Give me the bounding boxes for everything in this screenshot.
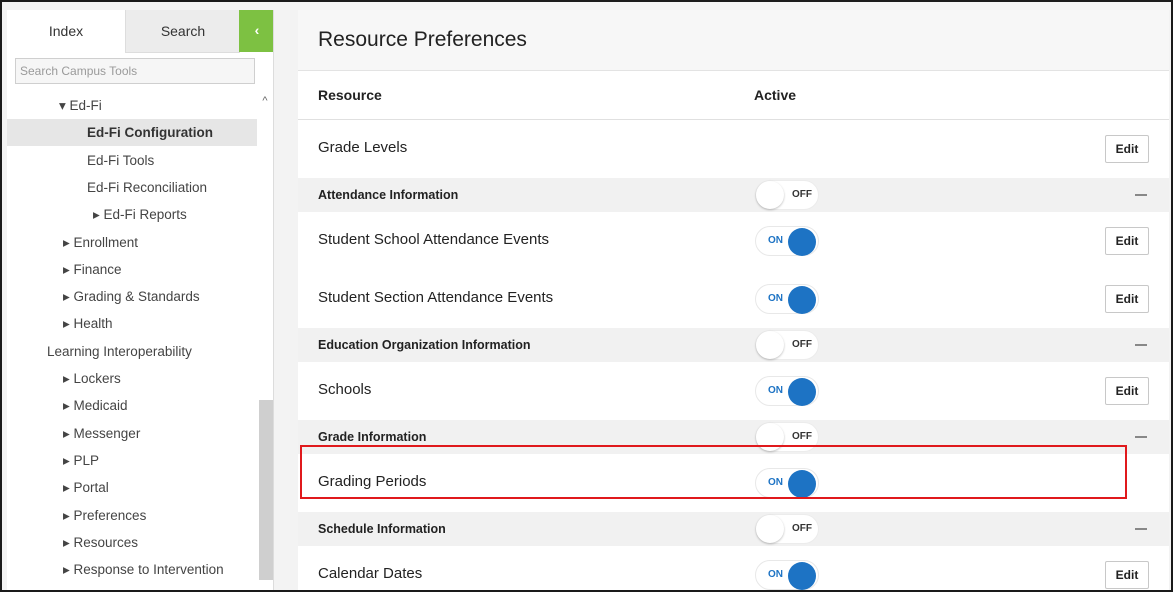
tree-item[interactable]: ▸ Response to Intervention — [63, 556, 224, 583]
toggle-state-label: OFF — [792, 523, 812, 534]
resource-label: Student Section Attendance Events — [318, 289, 554, 306]
scrollbar-thumb[interactable] — [259, 400, 273, 580]
toggle-knob — [756, 331, 784, 359]
edit-button[interactable]: Edit — [1105, 377, 1149, 405]
tree-item[interactable]: Ed-Fi Reconciliation — [87, 174, 207, 201]
toggle-knob — [788, 562, 816, 590]
active-toggle[interactable]: OFF — [755, 514, 819, 544]
toggle-state-label: ON — [768, 477, 783, 488]
resource-group-row: Attendance Information OFF — [298, 178, 1169, 212]
active-toggle[interactable]: ON — [755, 468, 819, 498]
tree-item[interactable]: ▸ PLP — [63, 447, 99, 474]
tree-item[interactable]: ▸ Grading & Standards — [63, 283, 200, 310]
active-toggle[interactable]: ON — [755, 560, 819, 590]
tree-item[interactable]: ▸ Messenger — [63, 420, 140, 447]
edit-button[interactable]: Edit — [1105, 285, 1149, 313]
collapse-group-icon[interactable] — [1135, 528, 1147, 530]
active-toggle[interactable]: OFF — [755, 330, 819, 360]
page-header: Resource Preferences — [298, 10, 1169, 71]
edit-button[interactable]: Edit — [1105, 561, 1149, 589]
resource-row: Student Section Attendance Events ON Edit — [298, 270, 1169, 329]
collapse-group-icon[interactable] — [1135, 194, 1147, 196]
tree-item[interactable]: ▸ Medicaid — [63, 392, 128, 419]
active-toggle[interactable]: OFF — [755, 422, 819, 452]
toggle-state-label: OFF — [792, 431, 812, 442]
column-header-active: Active — [754, 87, 797, 103]
tree-item[interactable]: ▸ Resources — [63, 529, 138, 556]
tree-item[interactable]: ▸ Health — [63, 310, 113, 337]
collapse-group-icon[interactable] — [1135, 344, 1147, 346]
resource-group-row: Schedule Information OFF — [298, 512, 1169, 546]
toggle-knob — [788, 378, 816, 406]
resource-group-row: Education Organization Information OFF — [298, 328, 1169, 362]
tree-item[interactable]: Ed-Fi Tools — [87, 147, 154, 174]
active-toggle[interactable]: ON — [755, 226, 819, 256]
collapse-group-icon[interactable] — [1135, 436, 1147, 438]
toggle-knob — [788, 470, 816, 498]
resource-row: Student School Attendance Events ON Edit — [298, 212, 1169, 271]
tree-item[interactable]: ▸ Finance — [63, 256, 122, 283]
group-label: Schedule Information — [318, 522, 446, 536]
toggle-state-label: OFF — [792, 189, 812, 200]
resource-label: Student School Attendance Events — [318, 231, 549, 248]
edit-button[interactable]: Edit — [1105, 135, 1149, 163]
tree-item[interactable]: ▸ Portal — [63, 474, 109, 501]
chevron-left-icon: ‹ — [254, 22, 260, 38]
toggle-knob — [756, 515, 784, 543]
tree-item[interactable]: ▸ Ed-Fi Reports — [93, 201, 187, 228]
tree-item[interactable]: ▸ Lockers — [63, 365, 121, 392]
resource-row: Schools ON Edit — [298, 362, 1169, 421]
tree-item[interactable]: Ed-Fi Configuration — [7, 119, 257, 147]
sidebar-tabs: Index Search ‹ — [7, 10, 273, 53]
group-label: Education Organization Information — [318, 338, 531, 352]
toggle-state-label: OFF — [792, 339, 812, 350]
toggle-state-label: ON — [768, 385, 783, 396]
tree-item[interactable]: Learning Interoperability — [47, 338, 192, 365]
resource-label: Calendar Dates — [318, 565, 423, 582]
toggle-knob — [788, 228, 816, 256]
active-toggle[interactable]: ON — [755, 376, 819, 406]
toggle-state-label: ON — [768, 569, 783, 580]
tree-item[interactable]: ▾ Ed-Fi — [59, 92, 102, 119]
active-toggle[interactable]: OFF — [755, 180, 819, 210]
column-header-resource: Resource — [318, 87, 382, 103]
tree-item[interactable]: ▸ Enrollment — [63, 229, 138, 256]
toggle-state-label: ON — [768, 235, 783, 246]
resource-row: Grading Periods ON — [298, 454, 1169, 513]
resource-row: Calendar Dates ON Edit — [298, 546, 1169, 590]
tab-index[interactable]: Index — [7, 10, 125, 52]
tab-search[interactable]: Search — [125, 10, 240, 53]
scroll-up-icon[interactable]: ^ — [259, 94, 271, 108]
toggle-knob — [756, 181, 784, 209]
edit-button[interactable]: Edit — [1105, 227, 1149, 255]
active-toggle[interactable]: ON — [755, 284, 819, 314]
collapse-sidebar-button[interactable]: ‹ — [239, 10, 273, 52]
resource-label: Grade Levels — [318, 139, 408, 156]
tree-item[interactable]: ▸ Preferences — [63, 502, 146, 529]
page-title: Resource Preferences — [318, 28, 527, 51]
resource-label: Grading Periods — [318, 473, 427, 490]
group-label: Grade Information — [318, 430, 427, 444]
table-header: Resource Active — [298, 71, 1169, 120]
search-campus-tools-input[interactable] — [15, 58, 255, 84]
app-window: Index Search ‹ ▾ Ed-FiEd-Fi Configuratio… — [0, 0, 1173, 592]
toggle-knob — [788, 286, 816, 314]
toggle-state-label: ON — [768, 293, 783, 304]
sidebar: Index Search ‹ ▾ Ed-FiEd-Fi Configuratio… — [7, 10, 274, 590]
resource-label: Schools — [318, 381, 372, 398]
resource-row: Grade Levels Edit — [298, 120, 1169, 179]
group-label: Attendance Information — [318, 188, 459, 202]
toggle-knob — [756, 423, 784, 451]
resource-group-row: Grade Information OFF — [298, 420, 1169, 454]
main-panel: Resource Preferences Resource Active Gra… — [298, 10, 1169, 590]
